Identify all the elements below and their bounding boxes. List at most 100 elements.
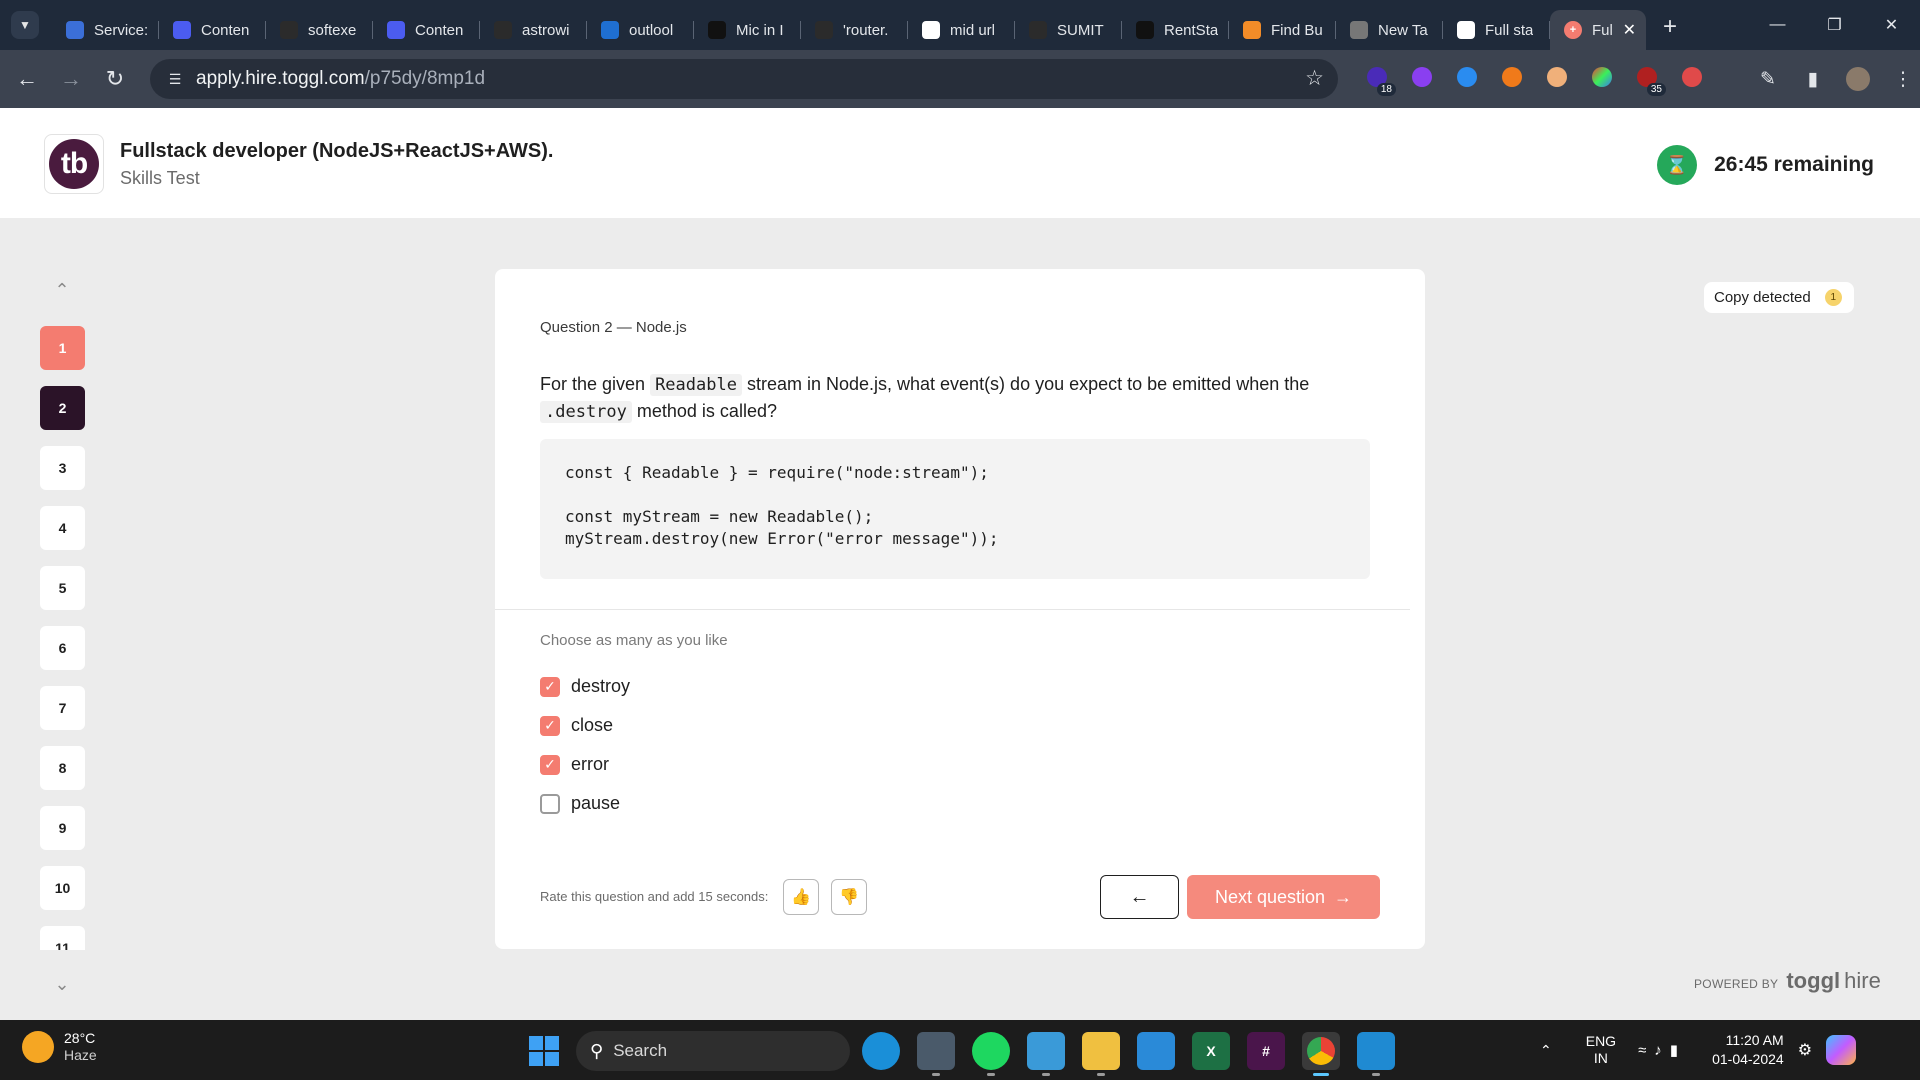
- next-question-button[interactable]: Next question →: [1187, 875, 1380, 919]
- browser-tab[interactable]: New Ta: [1336, 10, 1443, 50]
- browser-tab[interactable]: Service:: [52, 10, 159, 50]
- restore-icon[interactable]: ❐: [1806, 0, 1863, 50]
- checkbox[interactable]: ✓: [540, 676, 560, 697]
- spotify-icon[interactable]: [972, 1032, 1010, 1076]
- extension-icon[interactable]: [1452, 62, 1482, 92]
- thumbs-down-button[interactable]: 👎: [831, 879, 867, 915]
- extension-icon[interactable]: [1677, 62, 1707, 92]
- question-nav-item[interactable]: 11: [40, 926, 85, 950]
- scroll-up-chevron-icon[interactable]: ⌃: [50, 278, 74, 302]
- browser-tab-label: softexe: [308, 21, 357, 39]
- copy-detected-badge[interactable]: Copy detected 1: [1704, 282, 1854, 313]
- browser-tab-active[interactable]: + Ful ✕: [1550, 10, 1646, 50]
- edge-icon[interactable]: [862, 1032, 900, 1070]
- checkbox[interactable]: [540, 793, 560, 814]
- calculator-icon[interactable]: [917, 1032, 955, 1076]
- url-text[interactable]: apply.hire.toggl.com/p75dy/8mp1d: [196, 68, 485, 90]
- question-nav-item[interactable]: 1: [40, 326, 85, 370]
- browser-tab-label: Ful: [1592, 21, 1613, 39]
- clock[interactable]: 11:20 AM 01-04-2024: [1712, 1031, 1784, 1069]
- question-nav-item[interactable]: 5: [40, 566, 85, 610]
- address-bar[interactable]: ☰ apply.hire.toggl.com/p75dy/8mp1d ☆: [150, 59, 1338, 99]
- side-panel-icon[interactable]: ▮: [1796, 62, 1830, 96]
- browser-tab[interactable]: softexe: [266, 10, 373, 50]
- question-nav-item[interactable]: 7: [40, 686, 85, 730]
- thumbs-up-button[interactable]: 👍: [783, 879, 819, 915]
- answer-option[interactable]: ✓ close: [540, 706, 630, 745]
- excel-icon[interactable]: X: [1192, 1032, 1230, 1070]
- browser-tab-label: Conten: [415, 21, 464, 39]
- question-nav-item[interactable]: 6: [40, 626, 85, 670]
- chrome-menu-icon[interactable]: ⋮: [1886, 62, 1920, 96]
- rate-question-text: Rate this question and add 15 seconds:: [540, 889, 769, 904]
- browser-tab[interactable]: Conten: [159, 10, 266, 50]
- question-nav-item[interactable]: 3: [40, 446, 85, 490]
- taskbar-search[interactable]: ⚲ Search: [576, 1031, 850, 1071]
- question-nav-item[interactable]: 10: [40, 866, 85, 910]
- chrome-icon: [1350, 21, 1368, 39]
- browser-tab[interactable]: Mic in I: [694, 10, 801, 50]
- question-label: Question 2 — Node.js: [540, 319, 687, 336]
- question-nav-item[interactable]: 9: [40, 806, 85, 850]
- vscode-icon[interactable]: [1357, 1032, 1395, 1076]
- site-info-icon[interactable]: ☰: [162, 66, 188, 92]
- answer-options: ✓ destroy ✓ close ✓ error pause: [540, 667, 630, 823]
- question-nav-item[interactable]: 2: [40, 386, 85, 430]
- checkbox[interactable]: ✓: [540, 715, 560, 736]
- notification-bell-icon[interactable]: ⚙: [1798, 1040, 1812, 1060]
- browser-tab[interactable]: mid url: [908, 10, 1015, 50]
- reload-icon[interactable]: ↻: [98, 62, 132, 96]
- extension-icon[interactable]: [1542, 62, 1572, 92]
- bookmark-star-icon[interactable]: ☆: [1305, 66, 1324, 91]
- new-tab-button[interactable]: +: [1652, 9, 1688, 45]
- close-tab-icon[interactable]: ✕: [1623, 20, 1636, 40]
- browser-tab[interactable]: 'router.: [801, 10, 908, 50]
- browser-tab[interactable]: SUMIT: [1015, 10, 1122, 50]
- extension-icon[interactable]: [1497, 62, 1527, 92]
- wifi-volume-battery-icons[interactable]: ≈♪▮: [1638, 1041, 1686, 1059]
- minimize-icon[interactable]: —: [1749, 0, 1806, 50]
- extensions-puzzle-icon[interactable]: ✎: [1751, 62, 1785, 96]
- extension-icon[interactable]: [1587, 62, 1617, 92]
- browser-tab[interactable]: Full sta: [1443, 10, 1550, 50]
- browser-tab[interactable]: Conten: [373, 10, 480, 50]
- answer-option[interactable]: ✓ error: [540, 745, 630, 784]
- close-window-icon[interactable]: ✕: [1863, 0, 1920, 50]
- remote-desktop-icon[interactable]: [1137, 1032, 1175, 1070]
- forward-icon[interactable]: →: [54, 62, 88, 96]
- notepad-icon[interactable]: [1027, 1032, 1065, 1076]
- windows-start-icon[interactable]: [529, 1036, 559, 1066]
- powered-by-label: POWERED BY: [1694, 977, 1779, 991]
- profile-avatar-icon[interactable]: [1841, 62, 1875, 96]
- weather-widget[interactable]: 28°C Haze: [22, 1030, 97, 1064]
- question-nav-item[interactable]: 4: [40, 506, 85, 550]
- tab-search-dropdown-icon[interactable]: ▼: [11, 11, 39, 39]
- file-explorer-icon[interactable]: [1082, 1032, 1120, 1076]
- checkbox[interactable]: ✓: [540, 754, 560, 775]
- content-icon: [173, 21, 191, 39]
- extension-icon[interactable]: 35: [1632, 62, 1666, 96]
- browser-tab[interactable]: astrowi: [480, 10, 587, 50]
- back-icon[interactable]: ←: [10, 62, 44, 96]
- extension-icon[interactable]: [1407, 62, 1437, 92]
- question-navigator: 1 2 3 4 5 6 7 8 9 10 11: [40, 326, 85, 950]
- copy-detected-label: Copy detected: [1714, 289, 1811, 306]
- browser-tab[interactable]: RentSta: [1122, 10, 1229, 50]
- browser-toolbar: ← → ↻ ☰ apply.hire.toggl.com/p75dy/8mp1d…: [0, 50, 1920, 108]
- toggl-logo: toggl: [1786, 968, 1841, 993]
- browser-tab-label: mid url: [950, 21, 996, 39]
- slack-icon[interactable]: #: [1247, 1032, 1285, 1070]
- question-nav-item[interactable]: 8: [40, 746, 85, 790]
- extension-icon[interactable]: 18: [1362, 62, 1396, 96]
- browser-tab[interactable]: outlool: [587, 10, 694, 50]
- input-language[interactable]: ENG IN: [1586, 1033, 1616, 1067]
- chrome-icon[interactable]: [1302, 1032, 1340, 1076]
- previous-question-button[interactable]: ←: [1100, 875, 1179, 919]
- browser-tab[interactable]: Find Bu: [1229, 10, 1336, 50]
- copilot-icon[interactable]: [1826, 1035, 1857, 1065]
- browser-tab-label: Full sta: [1485, 21, 1534, 39]
- scroll-down-chevron-icon[interactable]: ⌄: [50, 972, 74, 996]
- answer-option[interactable]: pause: [540, 784, 630, 823]
- show-hidden-icons-chevron-icon[interactable]: ⌃: [1540, 1042, 1552, 1059]
- answer-option[interactable]: ✓ destroy: [540, 667, 630, 706]
